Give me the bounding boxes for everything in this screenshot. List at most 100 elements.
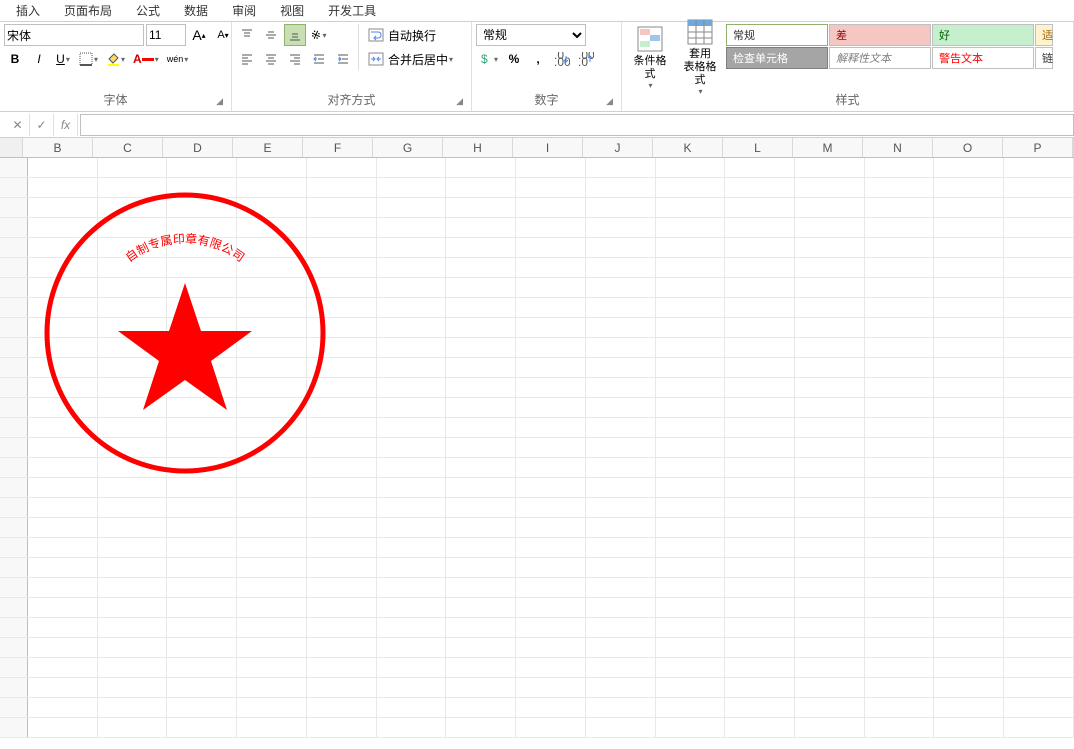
cell[interactable] bbox=[865, 278, 935, 297]
cell[interactable] bbox=[934, 338, 1004, 357]
cell[interactable] bbox=[237, 478, 307, 497]
cell[interactable] bbox=[725, 158, 795, 177]
cell[interactable] bbox=[377, 318, 447, 337]
insert-function-button[interactable]: fx bbox=[54, 114, 78, 136]
cell[interactable] bbox=[307, 398, 377, 417]
row-header[interactable] bbox=[0, 318, 28, 337]
cell[interactable] bbox=[446, 538, 516, 557]
cell[interactable] bbox=[865, 698, 935, 717]
cell[interactable] bbox=[28, 618, 98, 637]
cell[interactable] bbox=[934, 218, 1004, 237]
cell[interactable] bbox=[237, 618, 307, 637]
cell[interactable] bbox=[865, 298, 935, 317]
cell[interactable] bbox=[725, 638, 795, 657]
cell[interactable] bbox=[725, 218, 795, 237]
row-header[interactable] bbox=[0, 418, 28, 437]
cell[interactable] bbox=[586, 578, 656, 597]
cell[interactable] bbox=[98, 698, 168, 717]
cell[interactable] bbox=[586, 658, 656, 677]
cell[interactable] bbox=[1004, 398, 1074, 417]
cell[interactable] bbox=[656, 638, 726, 657]
cell[interactable] bbox=[656, 298, 726, 317]
cell[interactable] bbox=[167, 698, 237, 717]
cell[interactable] bbox=[865, 578, 935, 597]
row-header[interactable] bbox=[0, 638, 28, 657]
cell[interactable] bbox=[307, 598, 377, 617]
cell[interactable] bbox=[586, 678, 656, 697]
cell[interactable] bbox=[865, 318, 935, 337]
cell[interactable] bbox=[307, 158, 377, 177]
cell[interactable] bbox=[865, 518, 935, 537]
cell[interactable] bbox=[865, 658, 935, 677]
cell[interactable] bbox=[795, 178, 865, 197]
cell[interactable] bbox=[377, 238, 447, 257]
cell[interactable] bbox=[586, 298, 656, 317]
cell[interactable] bbox=[167, 598, 237, 617]
cell[interactable] bbox=[795, 238, 865, 257]
cell[interactable] bbox=[934, 278, 1004, 297]
cell[interactable] bbox=[865, 558, 935, 577]
cell[interactable] bbox=[237, 458, 307, 477]
cell[interactable] bbox=[446, 578, 516, 597]
cell[interactable] bbox=[28, 298, 98, 317]
cell[interactable] bbox=[377, 598, 447, 617]
cell[interactable] bbox=[516, 438, 586, 457]
row-header[interactable] bbox=[0, 358, 28, 377]
cell[interactable] bbox=[1004, 498, 1074, 517]
cell[interactable] bbox=[795, 438, 865, 457]
cell[interactable] bbox=[725, 338, 795, 357]
cell[interactable] bbox=[586, 438, 656, 457]
cell[interactable] bbox=[98, 278, 168, 297]
cell[interactable] bbox=[795, 318, 865, 337]
cell[interactable] bbox=[586, 278, 656, 297]
column-header[interactable]: D bbox=[163, 138, 233, 157]
row-header[interactable] bbox=[0, 198, 28, 217]
cell[interactable] bbox=[1004, 218, 1074, 237]
cell[interactable] bbox=[725, 598, 795, 617]
cell[interactable] bbox=[1004, 638, 1074, 657]
cell[interactable] bbox=[586, 218, 656, 237]
cell[interactable] bbox=[28, 398, 98, 417]
select-all-corner[interactable] bbox=[0, 138, 23, 157]
cell[interactable] bbox=[167, 378, 237, 397]
cell[interactable] bbox=[725, 378, 795, 397]
cell[interactable] bbox=[1004, 158, 1074, 177]
cell[interactable] bbox=[725, 558, 795, 577]
cell[interactable] bbox=[725, 358, 795, 377]
cell[interactable] bbox=[98, 478, 168, 497]
cell[interactable] bbox=[28, 378, 98, 397]
currency-button[interactable]: $▾ bbox=[476, 48, 501, 70]
cell[interactable] bbox=[934, 178, 1004, 197]
merge-center-button[interactable]: 合并后居中▾ bbox=[363, 48, 463, 70]
column-header[interactable]: O bbox=[933, 138, 1003, 157]
cell[interactable] bbox=[446, 178, 516, 197]
cell[interactable] bbox=[934, 258, 1004, 277]
cell[interactable] bbox=[1004, 518, 1074, 537]
cell[interactable] bbox=[1004, 478, 1074, 497]
cell[interactable] bbox=[307, 238, 377, 257]
cell[interactable] bbox=[307, 378, 377, 397]
cell[interactable] bbox=[934, 638, 1004, 657]
cell[interactable] bbox=[656, 658, 726, 677]
cell[interactable] bbox=[98, 438, 168, 457]
cell[interactable] bbox=[307, 358, 377, 377]
cell[interactable] bbox=[865, 638, 935, 657]
cell[interactable] bbox=[307, 298, 377, 317]
row-header[interactable] bbox=[0, 478, 28, 497]
cell-grid[interactable] bbox=[0, 158, 1074, 738]
cell[interactable] bbox=[516, 578, 586, 597]
cell[interactable] bbox=[307, 318, 377, 337]
cell[interactable] bbox=[307, 278, 377, 297]
cell[interactable] bbox=[446, 338, 516, 357]
cell[interactable] bbox=[795, 218, 865, 237]
cell[interactable] bbox=[865, 358, 935, 377]
cell[interactable] bbox=[934, 418, 1004, 437]
cell[interactable] bbox=[656, 698, 726, 717]
cell[interactable] bbox=[934, 598, 1004, 617]
cell[interactable] bbox=[516, 458, 586, 477]
cell[interactable] bbox=[446, 438, 516, 457]
cell[interactable] bbox=[167, 618, 237, 637]
cell[interactable] bbox=[237, 638, 307, 657]
cell[interactable] bbox=[307, 718, 377, 737]
cell[interactable] bbox=[1004, 278, 1074, 297]
